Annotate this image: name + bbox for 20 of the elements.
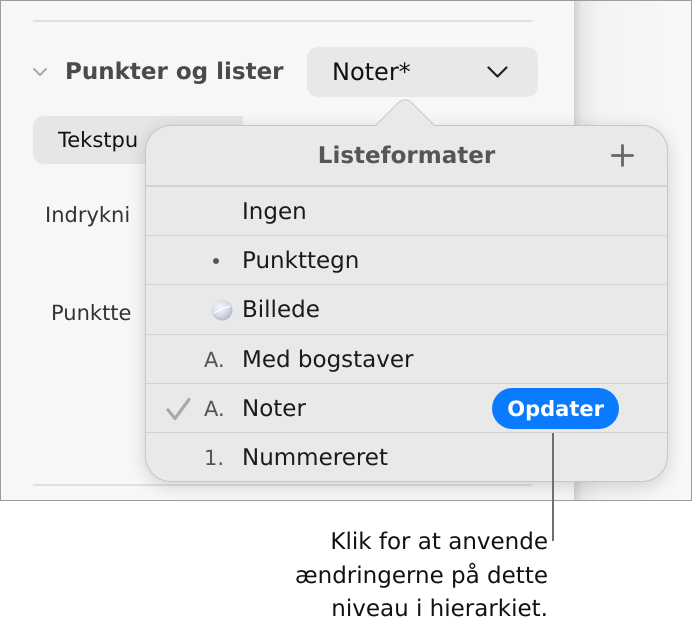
list-style-option[interactable]: Med bogstaver (242, 346, 414, 373)
callout-text: Klik for at anvende ændringerne på dette niveau i hierarkiet. (294, 528, 548, 624)
list-style-option[interactable]: Billede (242, 297, 320, 324)
list-style-option[interactable]: Noter (242, 396, 306, 422)
list-marker: 1. (204, 446, 224, 470)
field-label: Indrykni (45, 202, 130, 229)
style-popup[interactable]: Noter* (307, 47, 538, 97)
list-style-option[interactable]: Ingen (242, 199, 307, 226)
bullet-icon (213, 258, 219, 264)
list-marker: A. (204, 348, 225, 372)
chevron-down-icon (487, 66, 508, 78)
list-style-option[interactable]: Nummereret (242, 444, 388, 471)
section-title: Punkter og lister (65, 59, 284, 85)
popover-title: Listeformater (318, 142, 496, 168)
plus-icon[interactable] (611, 144, 634, 167)
field-label: Punktte (51, 300, 132, 327)
update-button[interactable]: Opdater (492, 388, 619, 430)
list-marker: A. (204, 396, 225, 421)
list-style-option[interactable]: Punkttegn (242, 248, 360, 274)
sphere-icon (211, 299, 233, 322)
